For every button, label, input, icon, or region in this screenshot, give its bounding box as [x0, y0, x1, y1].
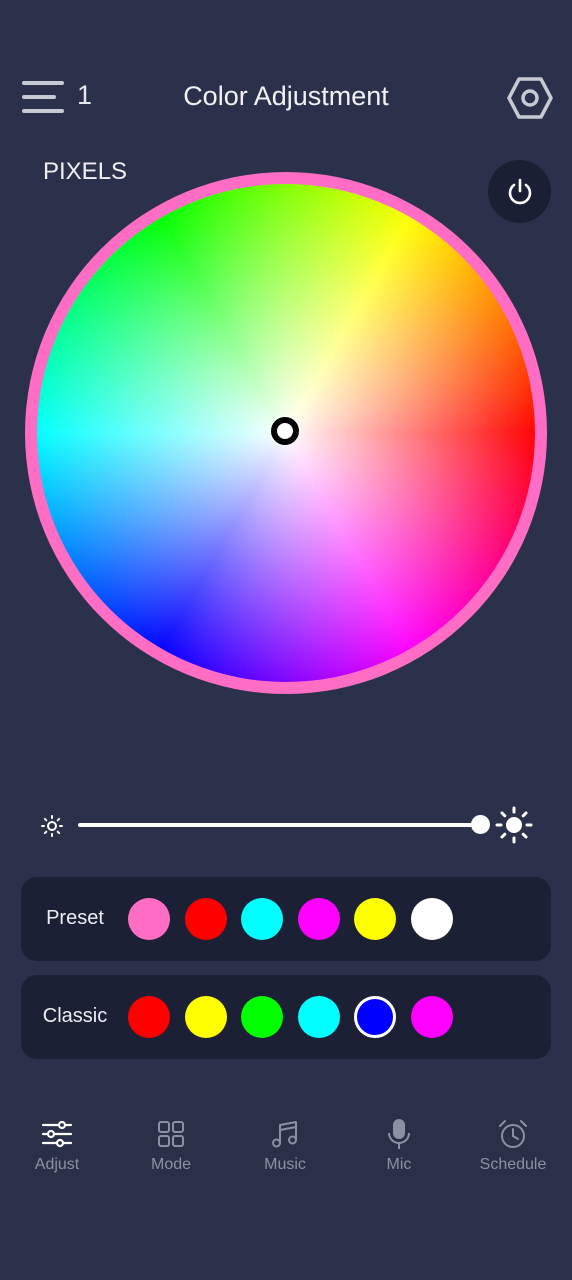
brightness-high-icon	[495, 806, 533, 844]
brightness-slider-track[interactable]	[78, 823, 480, 827]
power-button[interactable]	[488, 160, 551, 223]
preset-label: Preset	[46, 907, 104, 929]
nav-music[interactable]: Music	[228, 1086, 342, 1214]
classic-swatch[interactable]	[354, 996, 396, 1038]
classic-swatch[interactable]	[241, 996, 283, 1038]
nav-adjust-label: Adjust	[34, 1156, 80, 1173]
nav-mic[interactable]: Mic	[342, 1086, 456, 1214]
nav-mode[interactable]: Mode	[114, 1086, 228, 1214]
preset-swatch[interactable]	[241, 898, 283, 940]
brightness-low-icon	[41, 815, 63, 837]
classic-swatch[interactable]	[410, 996, 453, 1038]
bottom-spacer	[0, 1214, 572, 1280]
preset-swatch[interactable]	[128, 898, 170, 940]
nav-schedule[interactable]: Schedule	[456, 1086, 570, 1214]
alarm-clock-icon	[499, 1120, 527, 1148]
nav-mode-label: Mode	[150, 1156, 192, 1173]
preset-palette: Preset	[21, 877, 551, 961]
classic-swatch[interactable]	[297, 996, 340, 1038]
classic-label: Classic	[42, 1005, 108, 1027]
classic-swatch[interactable]	[128, 996, 170, 1038]
brightness-slider-thumb[interactable]	[470, 815, 490, 834]
power-icon	[508, 178, 531, 204]
classic-swatch[interactable]	[184, 996, 227, 1038]
top-bar: 1 Color Adjustment	[0, 60, 572, 136]
nav-mic-label: Mic	[386, 1156, 412, 1173]
wheel-mode-label: PIXELS	[43, 158, 128, 185]
sliders-icon	[41, 1120, 73, 1148]
nav-music-label: Music	[264, 1156, 306, 1173]
nav-adjust[interactable]: Adjust	[0, 1086, 114, 1214]
microphone-icon	[388, 1119, 410, 1149]
page-title: Color Adjustment	[183, 81, 389, 111]
preset-swatch[interactable]	[184, 898, 227, 940]
bottom-nav: Adjust Mode Music Mic Schedule	[0, 1086, 572, 1214]
grid-icon	[158, 1121, 184, 1147]
music-note-icon	[272, 1121, 297, 1148]
settings-hexagon-icon[interactable]	[506, 76, 554, 120]
preset-swatch[interactable]	[410, 898, 453, 940]
preset-swatch[interactable]	[354, 898, 396, 940]
nav-schedule-label: Schedule	[479, 1156, 547, 1173]
color-wheel-handle[interactable]	[271, 417, 299, 445]
classic-palette: Classic	[21, 975, 551, 1059]
preset-swatch[interactable]	[297, 898, 340, 940]
